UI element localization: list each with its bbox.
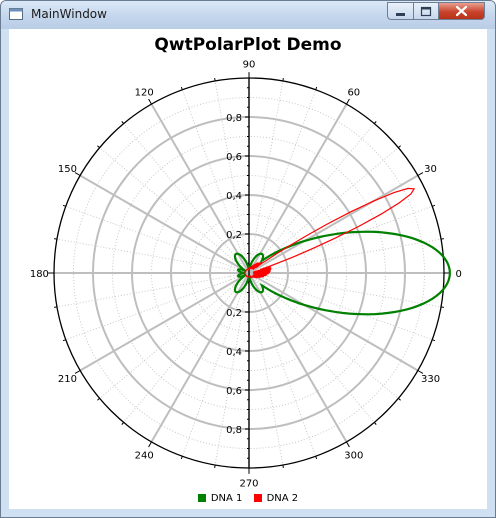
- minor-angle-tick: [97, 397, 100, 401]
- minor-angle-tick: [53, 306, 58, 308]
- legend: DNA 1 DNA 2: [9, 493, 487, 504]
- radius-tick-label: 0,6: [226, 152, 242, 163]
- legend-item-dna1: DNA 1: [197, 493, 243, 504]
- minor-angle-tick: [282, 464, 284, 469]
- angle-tick-label: 30: [424, 164, 437, 175]
- radius-tick-label: 0,6: [226, 386, 242, 397]
- minor-angle-tick: [398, 397, 401, 401]
- angle-tick-label: 300: [344, 451, 363, 462]
- radius-tick-label: 0,4: [226, 347, 242, 358]
- angle-tick-label: 150: [58, 164, 77, 175]
- close-button[interactable]: [438, 2, 485, 20]
- minor-angle-tick: [282, 77, 284, 82]
- minor-angle-tick: [214, 464, 216, 469]
- minor-angle-tick: [315, 86, 318, 90]
- maximize-button[interactable]: [413, 2, 439, 20]
- polar-plot: 0 30 60 90 120 150 180 210 240 270 300 330 0,2 0,4 0,6…: [30, 59, 462, 490]
- legend-swatch-dna1: [197, 494, 206, 502]
- minor-angle-tick: [62, 204, 66, 207]
- minor-angle-tick: [53, 238, 58, 240]
- minor-angle-tick: [180, 86, 183, 90]
- close-icon: [455, 5, 468, 17]
- angle-tick-label: 60: [347, 87, 360, 98]
- radius-tick-label: 0,2: [226, 308, 242, 319]
- window-title: MainWindow: [31, 7, 107, 21]
- minor-angle-tick: [315, 456, 318, 460]
- angle-tick-label: 180: [30, 269, 49, 280]
- radius-tick-label: 0,8: [226, 425, 242, 436]
- minor-angle-tick: [180, 456, 183, 460]
- plot-title: QwtPolarPlot Demo: [154, 35, 342, 55]
- minor-angle-tick: [373, 422, 377, 425]
- main-window: MainWindow 0 30 60 90 120 150 180 210 240 270 300 3…: [0, 0, 496, 518]
- minor-angle-tick: [121, 121, 125, 124]
- angle-tick-label: 210: [58, 374, 77, 385]
- legend-item-dna2: DNA 2: [253, 493, 299, 504]
- minor-angle-tick: [432, 204, 436, 207]
- minimize-button[interactable]: [387, 2, 414, 20]
- angle-tick-label: 90: [243, 59, 256, 70]
- title-bar[interactable]: MainWindow: [1, 1, 495, 29]
- minor-angle-tick: [398, 145, 401, 149]
- radius-tick-label: 0,4: [226, 191, 242, 202]
- angle-tick-label: 270: [239, 479, 258, 490]
- minor-angle-tick: [97, 145, 100, 149]
- legend-swatch-dna2: [253, 494, 262, 502]
- angle-tick-label: 0: [455, 269, 461, 280]
- radius-tick-label: 0,2: [226, 230, 242, 241]
- minimize-icon: [396, 13, 405, 16]
- minor-angle-tick: [440, 238, 445, 240]
- minor-angle-tick: [214, 77, 216, 82]
- minor-angle-tick: [373, 121, 377, 124]
- angle-tick: [148, 441, 152, 448]
- radius-tick-label: 0,8: [226, 113, 242, 124]
- maximize-icon: [420, 6, 432, 17]
- angle-tick-label: 330: [421, 374, 440, 385]
- angle-tick-label: 120: [135, 87, 154, 98]
- plot-area: 0 30 60 90 120 150 180 210 240 270 300 330 0,2 0,4 0,6…: [9, 29, 487, 509]
- minor-angle-tick: [62, 339, 66, 342]
- minor-angle-tick: [121, 422, 125, 425]
- legend-label-dna1: DNA 1: [210, 493, 243, 504]
- angle-tick: [346, 441, 350, 448]
- angle-tick: [346, 98, 350, 105]
- minor-angle-tick: [432, 339, 436, 342]
- angle-tick: [148, 98, 152, 105]
- legend-label-dna2: DNA 2: [266, 493, 299, 504]
- angle-tick-label: 240: [135, 451, 154, 462]
- angle-tick: [417, 172, 424, 176]
- app-icon: [9, 8, 23, 20]
- minor-angle-tick: [440, 306, 445, 308]
